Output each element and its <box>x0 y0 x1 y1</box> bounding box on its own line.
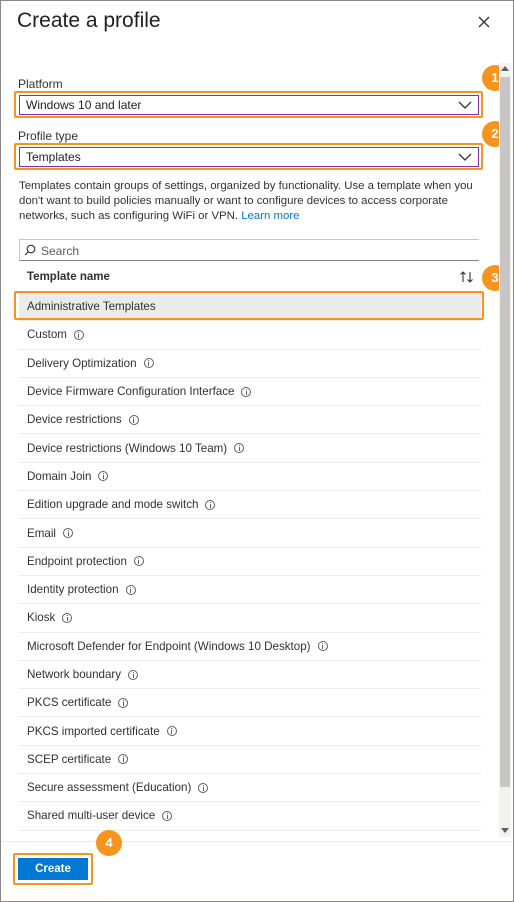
template-row[interactable]: PKCS imported certificate <box>19 717 481 746</box>
template-list: Administrative Templates Custom Delivery O… <box>19 293 481 837</box>
template-row[interactable]: Secure assessment (Education) <box>19 774 481 803</box>
template-row[interactable]: Shared multi-user device <box>19 802 481 831</box>
search-icon <box>24 244 36 256</box>
template-row[interactable]: Network boundary <box>19 661 481 690</box>
info-icon[interactable] <box>234 443 245 454</box>
platform-label: Platform <box>18 77 63 91</box>
info-icon[interactable] <box>241 386 252 397</box>
info-icon[interactable] <box>166 726 177 737</box>
template-name: Network boundary <box>27 668 122 681</box>
template-row[interactable]: PKCS certificate <box>19 689 481 718</box>
template-name: Kiosk <box>27 611 56 625</box>
platform-select[interactable]: Windows 10 and later <box>19 95 479 115</box>
profile-type-label: Profile type <box>18 129 79 143</box>
info-icon[interactable] <box>118 697 129 708</box>
template-row[interactable]: Microsoft Defender for Endpoint (Windows… <box>19 633 481 661</box>
callout-highlight-3 <box>14 291 484 320</box>
create-profile-panel: Create a profile Platform Windows 10 and… <box>0 0 514 902</box>
template-row[interactable]: SCEP certificate <box>19 746 481 775</box>
template-name: Device restrictions <box>27 413 122 427</box>
sort-icon[interactable] <box>459 270 475 284</box>
table-header: Template name <box>19 265 481 289</box>
template-name: PKCS imported certificate <box>27 724 160 738</box>
search-input[interactable]: Search <box>41 244 79 258</box>
template-row[interactable]: Email <box>19 519 481 548</box>
profile-type-value: Templates <box>26 150 81 164</box>
template-row[interactable]: Device Firmware Configuration Interface <box>19 378 481 407</box>
template-name: Domain Join <box>27 469 92 483</box>
template-row[interactable]: Device restrictions <box>19 406 481 435</box>
info-icon[interactable] <box>143 358 154 369</box>
platform-value: Windows 10 and later <box>26 98 142 112</box>
info-icon[interactable] <box>198 782 209 793</box>
info-icon[interactable] <box>98 471 109 482</box>
create-button[interactable]: Create <box>18 858 88 880</box>
info-icon[interactable] <box>118 754 129 765</box>
info-icon[interactable] <box>317 641 328 652</box>
scrollbar-thumb[interactable] <box>500 77 510 787</box>
template-name: Custom <box>27 328 67 342</box>
template-row[interactable]: Delivery Optimization <box>19 350 481 378</box>
chevron-down-icon <box>458 101 472 109</box>
template-row[interactable]: Domain Join <box>19 463 481 492</box>
templates-description: Templates contain groups of settings, or… <box>19 179 481 224</box>
template-name: Microsoft Defender for Endpoint (Windows… <box>27 639 311 653</box>
info-icon[interactable] <box>62 612 73 623</box>
info-icon[interactable] <box>125 584 136 595</box>
chevron-down-icon <box>458 153 472 161</box>
template-name: SCEP certificate <box>27 752 112 766</box>
info-icon[interactable] <box>63 528 73 539</box>
info-icon[interactable] <box>133 556 144 567</box>
info-icon[interactable] <box>128 414 139 425</box>
info-icon[interactable] <box>205 499 216 510</box>
template-row[interactable]: Device restrictions (Windows 10 Team) <box>19 434 481 463</box>
template-row[interactable]: Endpoint protection <box>19 548 481 576</box>
template-name: Shared multi-user device <box>27 809 156 823</box>
template-row[interactable]: Identity protection <box>19 576 481 605</box>
info-icon[interactable] <box>73 329 84 340</box>
template-name: Secure assessment (Education) <box>27 781 192 795</box>
scroll-up-arrow-icon[interactable] <box>501 65 509 71</box>
profile-type-select[interactable]: Templates <box>19 147 479 167</box>
template-row[interactable]: Kiosk <box>19 604 481 633</box>
template-row[interactable]: Custom <box>19 321 481 350</box>
template-row[interactable]: Trusted certificate <box>19 831 481 837</box>
scrollbar[interactable] <box>499 63 511 837</box>
template-name: Endpoint protection <box>27 554 127 568</box>
template-row[interactable]: Edition upgrade and mode switch <box>19 491 481 520</box>
template-name: PKCS certificate <box>27 696 112 710</box>
panel-title: Create a profile <box>17 9 161 32</box>
search-box[interactable]: Search <box>19 239 479 261</box>
callout-badge-4: 4 <box>96 830 122 856</box>
learn-more-link[interactable]: Learn more <box>241 210 299 222</box>
template-name: Device Firmware Configuration Interface <box>27 385 235 399</box>
template-name: Edition upgrade and mode switch <box>27 498 199 512</box>
template-name: Device restrictions (Windows 10 Team) <box>27 441 228 455</box>
template-name: Identity protection <box>27 583 119 597</box>
close-icon[interactable] <box>475 13 493 31</box>
template-name: Delivery Optimization <box>27 356 137 370</box>
info-icon[interactable] <box>162 810 173 821</box>
column-header-template-name[interactable]: Template name <box>27 271 110 283</box>
template-name: Email <box>27 526 56 540</box>
scroll-down-arrow-icon[interactable] <box>501 828 509 834</box>
info-icon[interactable] <box>128 669 139 680</box>
